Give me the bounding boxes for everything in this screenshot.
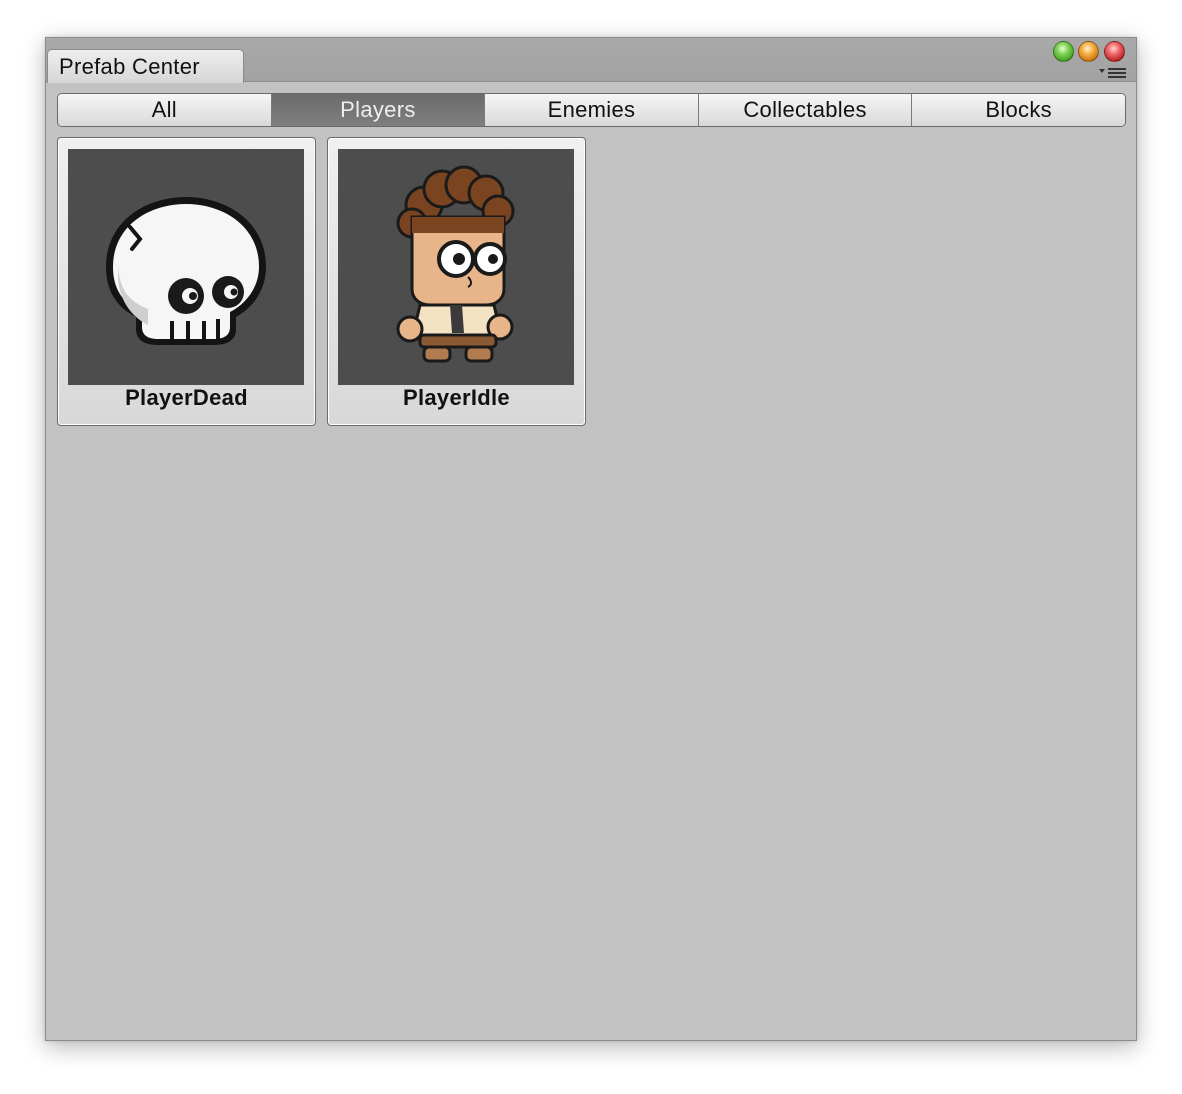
prefab-card-playeridle[interactable]: PlayerIdle: [327, 137, 586, 426]
category-all-label: All: [151, 97, 177, 122]
category-players-button[interactable]: Players: [271, 94, 486, 126]
category-blocks-button[interactable]: Blocks: [912, 94, 1125, 126]
window-tab-title: Prefab Center: [59, 54, 200, 79]
category-toolbar: All Players Enemies Collectables Blocks: [57, 93, 1126, 127]
close-button[interactable]: [1104, 41, 1125, 62]
titlebar: Prefab Center: [46, 38, 1136, 83]
prefab-card-playerdead[interactable]: PlayerDead: [57, 137, 316, 426]
prefab-thumbnail: [68, 149, 304, 385]
minimize-button[interactable]: [1078, 41, 1099, 62]
category-blocks-label: Blocks: [985, 97, 1052, 122]
category-enemies-button[interactable]: Enemies: [485, 94, 699, 126]
skull-icon: [106, 197, 266, 345]
category-collectables-button[interactable]: Collectables: [698, 94, 913, 126]
tab-menu-icon[interactable]: [1098, 67, 1128, 79]
zoom-button[interactable]: [1053, 41, 1074, 62]
category-enemies-label: Enemies: [547, 97, 636, 122]
window-tab[interactable]: Prefab Center: [47, 49, 244, 83]
player-character-icon: [396, 165, 515, 363]
prefab-name: PlayerIdle: [403, 385, 510, 410]
category-collectables-label: Collectables: [743, 97, 867, 122]
category-all-button[interactable]: All: [58, 94, 272, 126]
category-players-label: Players: [340, 97, 416, 122]
prefab-center-window: Prefab Center All Players Enemies Collec…: [45, 37, 1137, 1041]
prefab-name: PlayerDead: [125, 385, 248, 410]
prefab-thumbnail: [338, 149, 574, 385]
